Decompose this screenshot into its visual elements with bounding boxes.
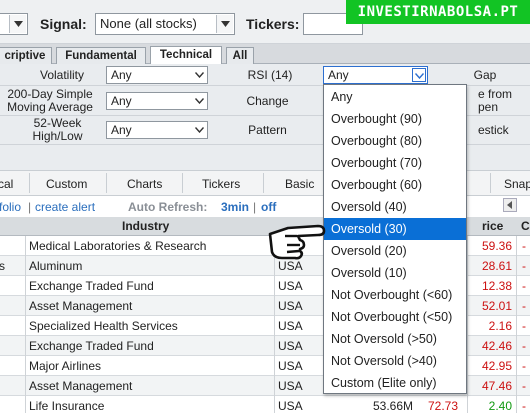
header-price[interactable]: rice — [482, 219, 503, 233]
auto-refresh-3min[interactable]: 3min — [221, 200, 249, 214]
chevron-down-icon — [412, 68, 426, 82]
rsi-option[interactable]: Oversold (10) — [324, 262, 466, 284]
price-cell: 42.95 — [481, 359, 512, 373]
price-cell: 59.36 — [481, 239, 512, 253]
price-cell: 12.38 — [481, 279, 512, 293]
link-separator: | — [28, 200, 32, 214]
view-basic[interactable]: Basic — [285, 177, 314, 191]
chevron-down-icon — [9, 15, 26, 33]
rsi-option[interactable]: Any — [324, 86, 466, 108]
price-cell: 28.61 — [481, 259, 512, 273]
filter-tabs: criptive Fundamental Technical All — [0, 44, 530, 65]
view-tickers[interactable]: Tickers — [202, 177, 240, 191]
table-row[interactable]: Life Insurance USA 53.66M 72.73 2.40 - — [0, 396, 530, 413]
change-from-open-label: e from pen — [478, 87, 513, 114]
sma200-select[interactable]: Any — [106, 92, 208, 110]
chevron-down-icon — [192, 123, 206, 137]
rsi-option[interactable]: Not Overbought (<50) — [324, 306, 466, 328]
industry-cell: Aluminum — [29, 259, 83, 273]
price-cell: 52.01 — [481, 299, 512, 313]
pe-cell: 72.73 — [428, 399, 459, 413]
top-toolbar: Signal: None (all stocks) Tickers: INVES… — [0, 0, 530, 44]
header-industry[interactable]: Industry — [122, 219, 169, 233]
industry-cell: Asset Management — [29, 379, 133, 393]
change-label: Change — [246, 94, 289, 108]
tickers-label: Tickers: — [246, 16, 300, 32]
price-cell: 2.40 — [488, 399, 512, 413]
rsi-select[interactable]: Any — [323, 66, 428, 84]
price-cell: 2.16 — [488, 319, 512, 333]
industry-cell: Life Insurance — [29, 399, 105, 413]
brand-watermark: INVESTIRNABOLSA.PT — [346, 0, 530, 24]
rsi-option[interactable]: Oversold (20) — [324, 240, 466, 262]
create-alert-link[interactable]: create alert — [35, 200, 95, 214]
prev-page-button[interactable] — [503, 198, 517, 212]
volatility-label: Volatility — [39, 68, 85, 82]
header-change[interactable]: C — [521, 219, 530, 233]
rsi-option[interactable]: Custom (Elite only) — [324, 372, 466, 394]
tab-fundamental[interactable]: Fundamental — [56, 47, 146, 64]
high-low-52-select[interactable]: Any — [106, 121, 208, 139]
industry-cell: Medical Laboratories & Research — [29, 239, 207, 253]
high-low-52-label: 52-Week High/Low — [32, 116, 83, 143]
rsi-option[interactable]: Not Oversold (>50) — [324, 328, 466, 350]
price-cell: 47.46 — [481, 379, 512, 393]
view-custom[interactable]: Custom — [46, 177, 87, 191]
tab-all[interactable]: All — [226, 47, 254, 64]
industry-cell: Exchange Traded Fund — [29, 279, 154, 293]
rsi-option[interactable]: Overbought (70) — [324, 152, 466, 174]
rsi-dropdown-list: Any Overbought (90) Overbought (80) Over… — [323, 84, 467, 394]
rsi-option[interactable]: Not Overbought (<60) — [324, 284, 466, 306]
rsi-label: RSI (14) — [247, 68, 293, 82]
arrow-left-icon — [507, 201, 512, 209]
chevron-down-icon — [216, 15, 233, 33]
industry-cell: Exchange Traded Fund — [29, 339, 154, 353]
industry-cell: Major Airlines — [29, 359, 102, 373]
view-technical[interactable]: cal — [0, 177, 13, 191]
auto-refresh-off[interactable]: off — [261, 200, 276, 214]
volatility-select[interactable]: Any — [106, 66, 208, 84]
pointing-hand-icon — [268, 224, 326, 260]
signal-label: Signal: — [40, 16, 87, 32]
pattern-label: Pattern — [248, 123, 287, 137]
industry-cell: Asset Management — [29, 299, 133, 313]
gap-label: Gap — [473, 68, 497, 82]
chevron-down-icon — [192, 94, 206, 108]
order-select[interactable] — [0, 13, 28, 35]
industry-cell: Specialized Health Services — [29, 319, 178, 333]
view-snapshot[interactable]: Snap — [504, 177, 530, 191]
sma200-label: 200-Day Simple Moving Average — [7, 87, 93, 114]
rsi-option-highlighted[interactable]: Oversold (30) — [324, 218, 466, 240]
tab-technical[interactable]: Technical — [150, 46, 222, 65]
rsi-option[interactable]: Oversold (40) — [324, 196, 466, 218]
rsi-option[interactable]: Overbought (60) — [324, 174, 466, 196]
view-charts[interactable]: Charts — [127, 177, 162, 191]
candlestick-label: estick — [478, 123, 509, 137]
rsi-option[interactable]: Not Oversold (>40) — [324, 350, 466, 372]
auto-refresh-label: Auto Refresh: — [128, 200, 208, 214]
rsi-option[interactable]: Overbought (90) — [324, 108, 466, 130]
chevron-down-icon — [192, 68, 206, 82]
market-cap-cell: 53.66M — [373, 399, 414, 413]
signal-select[interactable]: None (all stocks) — [95, 13, 235, 35]
tab-descriptive[interactable]: criptive — [0, 47, 52, 64]
portfolio-link[interactable]: folio — [0, 200, 21, 214]
rsi-option[interactable]: Overbought (80) — [324, 130, 466, 152]
price-cell: 42.46 — [481, 339, 512, 353]
signal-select-value: None (all stocks) — [100, 16, 197, 31]
